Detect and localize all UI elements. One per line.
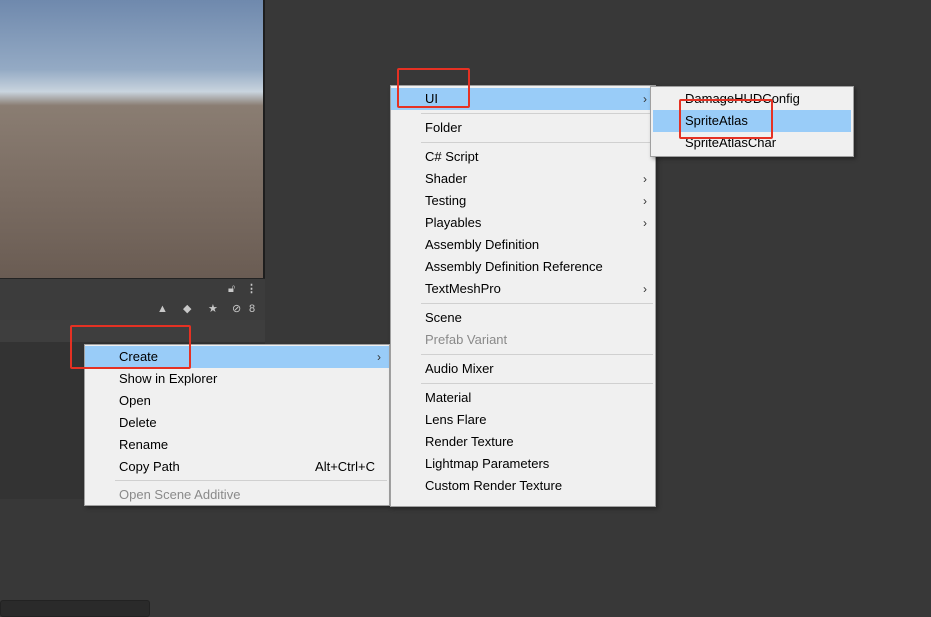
lock-icon[interactable]: 🔓︎ xyxy=(228,281,235,297)
menu-item-copy-path[interactable]: Copy Path Alt+Ctrl+C xyxy=(85,456,389,478)
panel-divider xyxy=(263,0,265,278)
hidden-count: 8 xyxy=(249,303,256,315)
submenu-arrow-icon: › xyxy=(643,194,647,208)
create-submenu: UI › Folder C# Script Shader › Testing ›… xyxy=(390,85,656,507)
menu-item-rename[interactable]: Rename xyxy=(85,434,389,456)
menu-item-csharp-script[interactable]: C# Script xyxy=(391,146,655,168)
menu-item-open[interactable]: Open xyxy=(85,390,389,412)
menu-item-scene[interactable]: Scene xyxy=(391,307,655,329)
menu-item-render-texture[interactable]: Render Texture xyxy=(391,431,655,453)
menu-item-audio-mixer[interactable]: Audio Mixer xyxy=(391,358,655,380)
menu-item-show-in-explorer[interactable]: Show in Explorer xyxy=(85,368,389,390)
submenu-arrow-icon: › xyxy=(643,92,647,106)
menu-item-label: Copy Path xyxy=(119,459,180,474)
menu-item-folder[interactable]: Folder xyxy=(391,117,655,139)
submenu-arrow-icon: › xyxy=(643,216,647,230)
menu-item-label: C# Script xyxy=(425,149,479,164)
menu-item-assembly-definition[interactable]: Assembly Definition xyxy=(391,234,655,256)
menu-item-lightmap-parameters[interactable]: Lightmap Parameters xyxy=(391,453,655,475)
menu-item-assembly-definition-reference[interactable]: Assembly Definition Reference xyxy=(391,256,655,278)
menu-item-prefab-variant: Prefab Variant xyxy=(391,329,655,351)
menu-item-delete[interactable]: Delete xyxy=(85,412,389,434)
menu-separator xyxy=(421,303,653,304)
menu-item-textmeshpro[interactable]: TextMeshPro › xyxy=(391,278,655,300)
menu-item-label: Delete xyxy=(119,415,157,430)
menu-item-playables[interactable]: Playables › xyxy=(391,212,655,234)
menu-item-label: Custom Render Texture xyxy=(425,478,563,493)
menu-item-label: Audio Mixer xyxy=(425,361,494,376)
type-filter-icon[interactable]: ▲ xyxy=(157,301,168,317)
menu-item-label: Open Scene Additive xyxy=(119,487,241,502)
menu-item-label: Lens Flare xyxy=(425,412,487,427)
more-options-icon[interactable]: ⋮ xyxy=(246,281,257,297)
menu-item-label: Scene xyxy=(425,310,462,325)
menu-item-shortcut: Alt+Ctrl+C xyxy=(315,459,375,474)
menu-item-open-scene-additive: Open Scene Additive xyxy=(85,484,389,506)
menu-item-lens-flare[interactable]: Lens Flare xyxy=(391,409,655,431)
annotation-box-create xyxy=(70,325,191,369)
submenu-arrow-icon: › xyxy=(643,282,647,296)
menu-item-label: Assembly Definition Reference xyxy=(425,259,603,274)
favorite-star-icon[interactable]: ★ xyxy=(208,301,218,317)
menu-item-label: Playables xyxy=(425,215,482,230)
menu-item-label: Prefab Variant xyxy=(425,332,508,347)
menu-item-label: Testing xyxy=(425,193,467,208)
menu-item-label: TextMeshPro xyxy=(425,281,501,296)
menu-separator xyxy=(115,480,387,481)
menu-separator xyxy=(421,142,653,143)
menu-separator xyxy=(421,113,653,114)
menu-separator xyxy=(421,354,653,355)
menu-item-label: Material xyxy=(425,390,472,405)
menu-item-label: Assembly Definition xyxy=(425,237,540,252)
project-toolbar: ▲ ◆ ★ ⊘ 8 xyxy=(0,298,265,617)
menu-item-testing[interactable]: Testing › xyxy=(391,190,655,212)
submenu-arrow-icon: › xyxy=(377,350,381,364)
menu-item-label: Open xyxy=(119,393,151,408)
menu-item-shader[interactable]: Shader › xyxy=(391,168,655,190)
menu-item-label: Shader xyxy=(425,171,467,186)
search-input[interactable] xyxy=(0,600,150,617)
menu-item-label: Render Texture xyxy=(425,434,514,449)
hidden-eye-icon[interactable]: ⊘ xyxy=(232,301,241,317)
scene-view[interactable] xyxy=(0,0,263,278)
menu-item-label: Folder xyxy=(425,120,462,135)
submenu-arrow-icon: › xyxy=(643,172,647,186)
menu-separator xyxy=(421,383,653,384)
annotation-box-sprite-atlas xyxy=(679,99,773,139)
menu-item-label: Show in Explorer xyxy=(119,371,218,386)
menu-item-label: Rename xyxy=(119,437,169,452)
project-panel-header: 🔓︎ ⋮ xyxy=(0,278,265,299)
menu-item-material[interactable]: Material xyxy=(391,387,655,409)
annotation-box-ui xyxy=(397,68,470,108)
menu-item-custom-render-texture[interactable]: Custom Render Texture xyxy=(391,475,655,497)
label-filter-icon[interactable]: ◆ xyxy=(183,301,191,317)
menu-item-label: Lightmap Parameters xyxy=(425,456,550,471)
